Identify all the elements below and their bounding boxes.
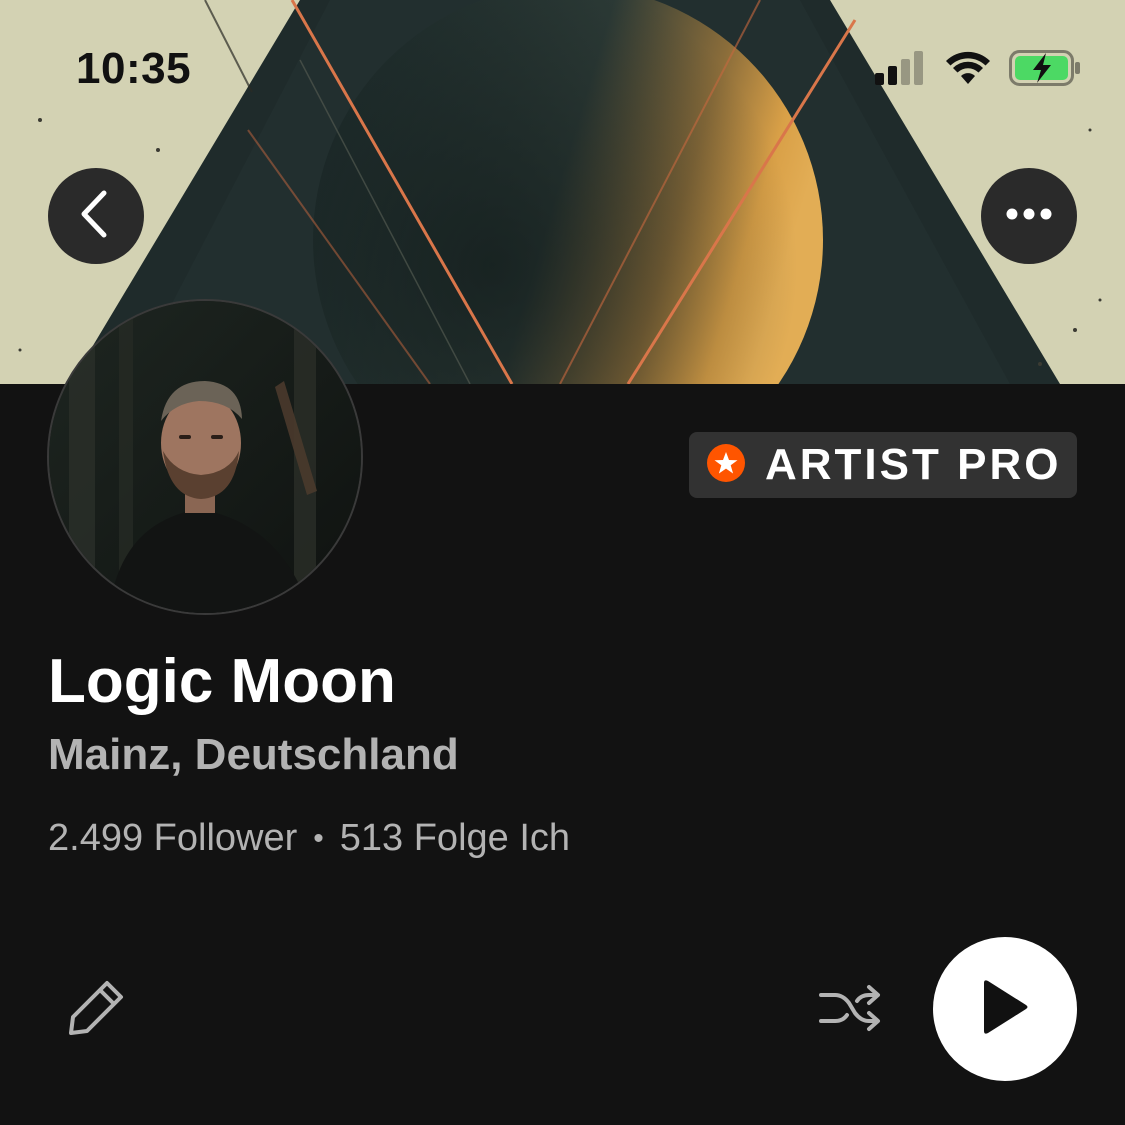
artist-name: Logic Moon: [48, 647, 396, 716]
battery-charging-icon: [1009, 49, 1081, 91]
edit-profile-button[interactable]: [64, 978, 130, 1040]
artist-pro-label: ARTIST PRO: [765, 440, 1062, 489]
chevron-left-icon: [76, 189, 116, 244]
pencil-icon: [67, 977, 127, 1042]
artist-avatar: [47, 299, 363, 615]
following-count[interactable]: 513 Folge Ich: [340, 817, 570, 860]
followers-count[interactable]: 2.499 Follower: [48, 817, 297, 860]
wifi-icon: [945, 51, 991, 90]
signal-icon: [875, 50, 927, 90]
stats-separator: •: [313, 821, 324, 855]
status-time: 10:35: [76, 44, 192, 93]
status-bar: 10:35: [0, 0, 1125, 140]
back-button[interactable]: [48, 168, 144, 264]
artist-location: Mainz, Deutschland: [48, 730, 459, 779]
more-horizontal-icon: [1006, 207, 1052, 225]
artist-profile-screen: 10:35 ARTIST PRO Logic Moon Mainz, Deuts…: [0, 0, 1125, 1125]
follow-stats: 2.499 Follower • 513 Folge Ich: [48, 817, 570, 860]
shuffle-icon: [819, 983, 881, 1038]
more-options-button[interactable]: [981, 168, 1077, 264]
artist-pro-badge[interactable]: ARTIST PRO: [689, 432, 1077, 498]
star-icon: [707, 443, 745, 487]
play-icon: [980, 978, 1030, 1041]
status-icons: [875, 49, 1081, 91]
shuffle-button[interactable]: [818, 982, 882, 1038]
play-button[interactable]: [933, 937, 1077, 1081]
